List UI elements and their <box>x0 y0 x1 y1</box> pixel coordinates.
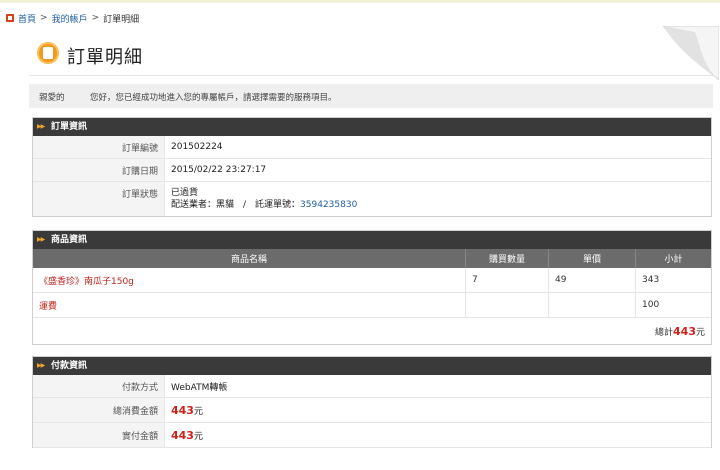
column-header: 小計 <box>635 249 711 268</box>
order-detail-panel: 訂單明細 親愛的 您好，您已經成功地進入您的專屬帳戶，請選擇需要的服務項目。 訂… <box>29 26 719 470</box>
paid-amount-label: 實付金額 <box>33 423 165 447</box>
paid-amount-value: 443 <box>171 428 194 442</box>
greeting-bar: 親愛的 您好，您已經成功地進入您的專屬帳戶，請選擇需要的服務項目。 <box>29 84 713 108</box>
order-date-value: 2015/02/22 23:27:17 <box>171 165 267 175</box>
order-number-value: 201502224 <box>171 142 223 152</box>
paid-amount-unit: 元 <box>193 431 203 442</box>
total-consume-value: 443 <box>171 403 194 417</box>
payment-method-label: 付款方式 <box>33 375 165 397</box>
total-row: 總計443元 <box>33 318 711 345</box>
payment-info-heading: 付款資訊 <box>33 357 711 375</box>
order-status-value: 已過貨 <box>171 188 199 198</box>
greeting-text: 親愛的 您好，您已經成功地進入您的專屬帳戶，請選擇需要的服務項目。 <box>39 93 337 103</box>
total-unit: 元 <box>695 327 705 338</box>
product-subtotal: 343 <box>635 268 711 293</box>
payment-info-section: 付款資訊 付款方式 WebATM轉帳 總消費金額 443元 實付金額 443元 <box>32 356 712 448</box>
page-curl-decoration <box>662 26 719 80</box>
column-header: 單價 <box>548 249 636 268</box>
paid-amount-row: 實付金額 443 元 <box>33 423 711 448</box>
tracking-number-link[interactable]: 3594235830 <box>300 200 357 210</box>
breadcrumb-home-link[interactable]: 首頁 <box>18 12 36 25</box>
breadcrumb: 首頁 > 我的帳戶 > 訂單明細 <box>6 12 140 25</box>
top-bar <box>0 0 720 3</box>
breadcrumb-separator: > <box>40 13 48 23</box>
breadcrumb-account-link[interactable]: 我的帳戶 <box>52 12 88 25</box>
order-info-section: 訂單資訊 訂單編號 201502224 訂購日期 2015/02/22 23:2… <box>32 117 712 217</box>
order-number-label: 訂單編號 <box>33 136 165 158</box>
product-info-heading: 商品資訊 <box>33 231 711 249</box>
payment-method-row: 付款方式 WebATM轉帳 <box>33 375 711 398</box>
column-header: 購買數量 <box>465 249 549 268</box>
total-consume-label: 總消費金額 <box>33 398 165 422</box>
total-label: 總計 <box>655 327 674 338</box>
column-header: 商品名稱 <box>33 249 466 268</box>
order-date-label: 訂購日期 <box>33 159 165 181</box>
total-value: 443 <box>673 324 696 338</box>
product-info-section: 商品資訊 商品名稱 購買數量 單價 小計 《盛香珍》南瓜子150g 7 49 3… <box>32 230 712 345</box>
order-status-row: 訂單狀態 已過貨 配送業者：黑貓 / 託運單號：3594235830 <box>33 182 711 216</box>
payment-method-value: WebATM轉帳 <box>171 382 228 393</box>
page-header: 訂單明細 <box>29 26 719 80</box>
product-price: 49 <box>548 268 636 293</box>
breadcrumb-current: 訂單明細 <box>103 14 140 25</box>
document-icon <box>37 42 59 64</box>
home-icon <box>6 14 14 22</box>
order-info-heading: 訂單資訊 <box>33 118 711 136</box>
shipping-fee-subtotal: 100 <box>635 292 711 318</box>
product-name-link[interactable]: 《盛香珍》南瓜子150g <box>33 268 466 293</box>
breadcrumb-separator: > <box>91 13 100 23</box>
shipping-fee-price <box>548 292 636 318</box>
order-number-row: 訂單編號 201502224 <box>33 136 711 159</box>
product-table-header: 商品名稱 購買數量 單價 小計 <box>33 249 711 268</box>
product-table: 商品名稱 購買數量 單價 小計 《盛香珍》南瓜子150g 7 49 343 運費 <box>33 249 711 344</box>
total-consume-unit: 元 <box>193 406 203 417</box>
table-row: 運費 100 <box>33 292 711 318</box>
total-consume-row: 總消費金額 443 元 <box>33 398 711 423</box>
page-title: 訂單明細 <box>67 47 143 68</box>
order-date-row: 訂購日期 2015/02/22 23:27:17 <box>33 159 711 182</box>
shipping-fee-name: 運費 <box>33 292 466 318</box>
shipping-info: 配送業者：黑貓 / 託運單號： <box>171 200 301 210</box>
order-status-label: 訂單狀態 <box>33 182 165 216</box>
table-row: 《盛香珍》南瓜子150g 7 49 343 <box>33 268 711 293</box>
product-qty: 7 <box>465 268 549 293</box>
shipping-fee-qty <box>465 292 549 318</box>
